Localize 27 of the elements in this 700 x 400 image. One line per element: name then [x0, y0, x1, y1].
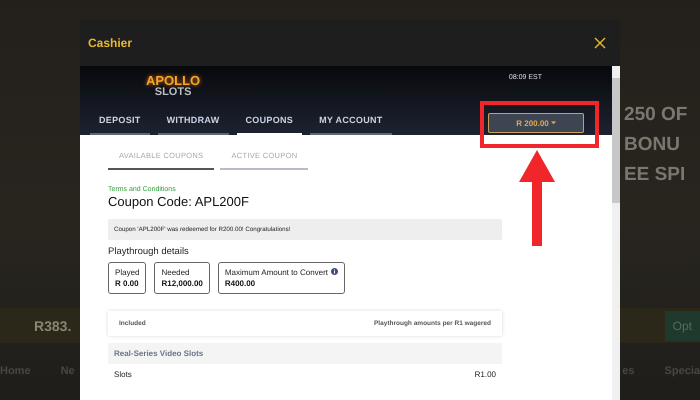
scrollbar[interactable]: [612, 66, 620, 400]
tab[interactable]: DEPOSIT: [90, 115, 150, 135]
stat-label: Played: [115, 268, 140, 277]
logo: APOLLO SLOTS: [146, 74, 200, 98]
table-cell: R1.00: [474, 370, 496, 379]
info-icon[interactable]: [331, 268, 338, 275]
stat-label: Maximum Amount to Convert: [224, 268, 328, 277]
table-cell: Slots: [114, 370, 132, 379]
stat-value: R12,000.00: [161, 279, 203, 288]
up-arrow-icon: [519, 150, 555, 246]
tab[interactable]: MY ACCOUNT: [310, 115, 392, 135]
balance-dropdown[interactable]: R 200.00: [488, 113, 584, 133]
stat-value: R 0.00: [115, 279, 140, 288]
stat-value: R400.00: [224, 279, 256, 288]
dialog-title: Cashier: [88, 36, 132, 50]
banner-text: EE SPI: [624, 163, 686, 187]
banner-text: 250 OF: [624, 103, 688, 127]
caret-icon: [550, 121, 556, 125]
group-name: Real-Series Video Slots: [114, 349, 204, 358]
section-heading: Playthrough details: [108, 246, 190, 257]
coupon-code: Coupon Code: APL200F: [108, 194, 250, 209]
jackpot-amount: R383.: [34, 318, 72, 334]
tab[interactable]: COUPONS: [236, 115, 302, 135]
stat-label: Needed: [161, 268, 190, 277]
close-icon[interactable]: [594, 37, 606, 49]
banner-text: BONU: [624, 133, 680, 157]
tab[interactable]: WITHDRAW: [158, 115, 228, 135]
